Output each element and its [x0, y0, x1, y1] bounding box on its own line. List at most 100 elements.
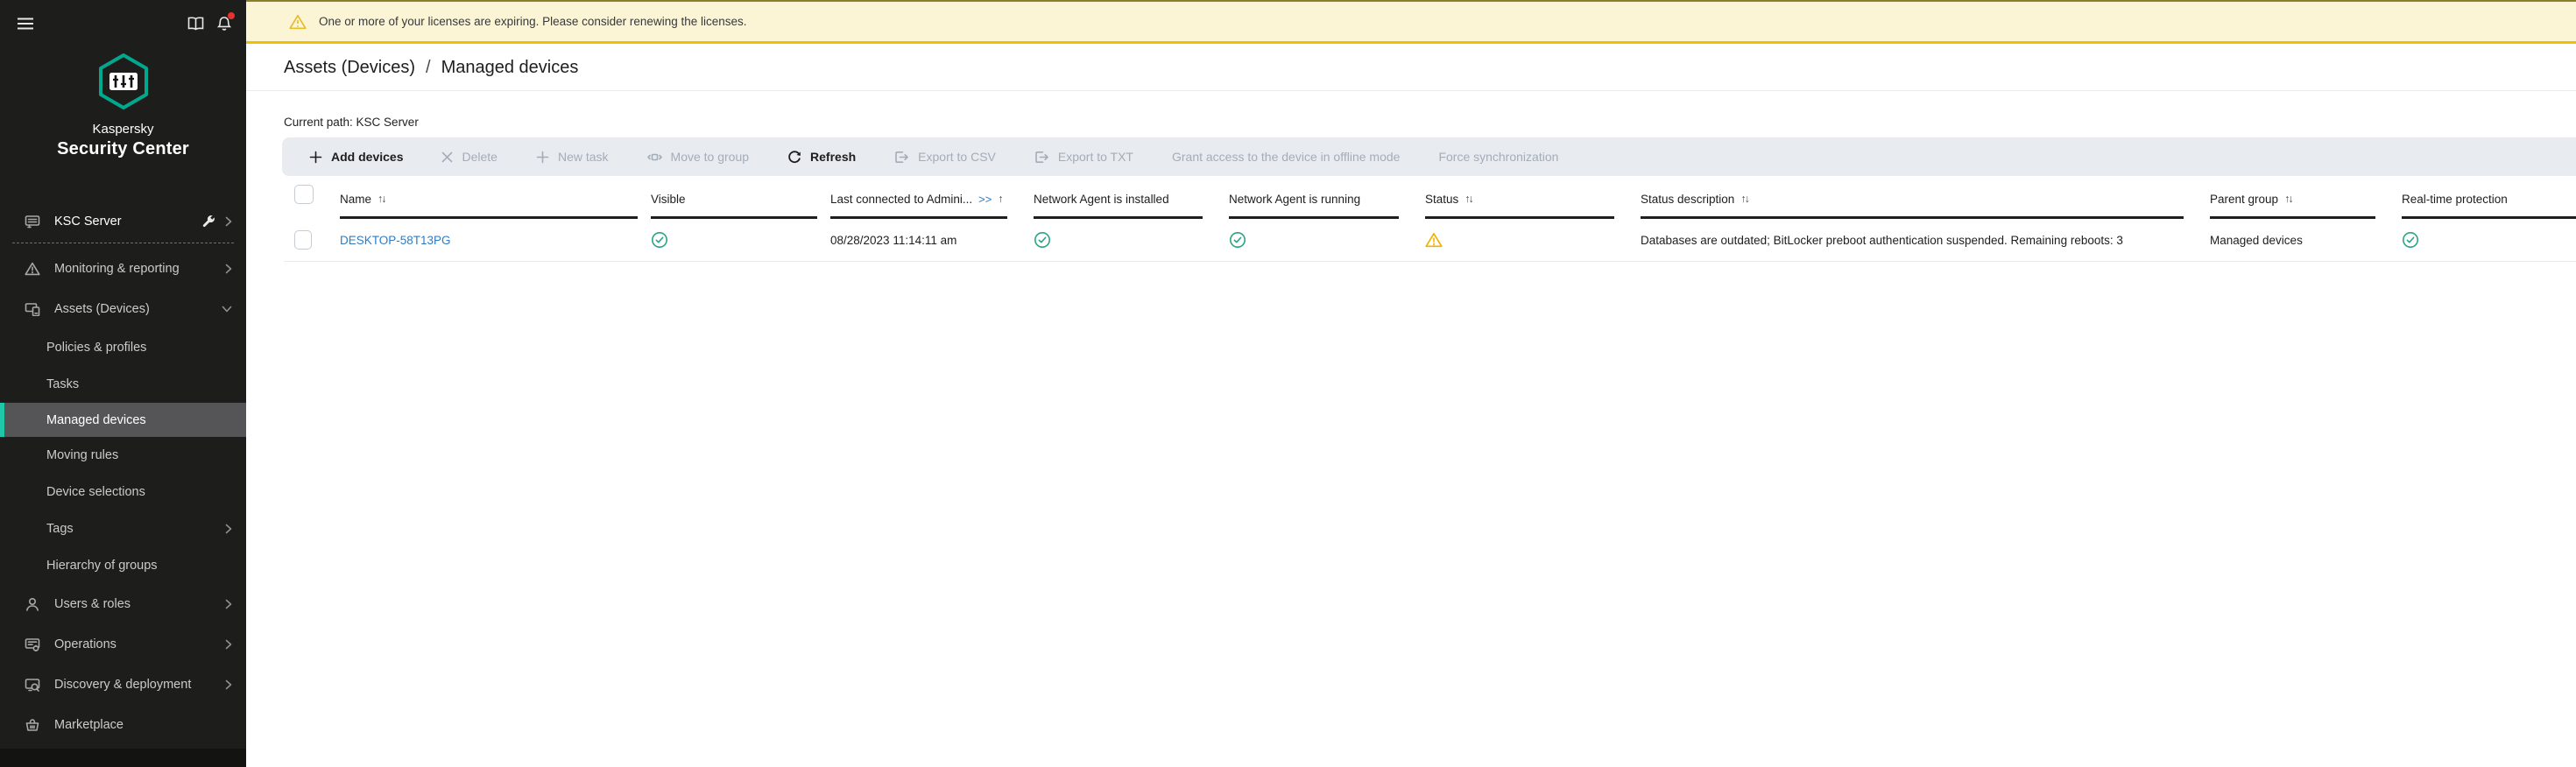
move-icon — [647, 151, 662, 164]
column-header-last-connected[interactable]: Last connected to Admini... >> ↑ — [830, 185, 1034, 219]
banner-text: One or more of your licenses are expirin… — [319, 15, 747, 28]
sidebar-item-hierarchy-of-groups[interactable]: Hierarchy of groups — [0, 547, 246, 584]
sidebar-item-monitoring-reporting[interactable]: Monitoring & reporting — [0, 249, 246, 289]
toolbar-button-label: Refresh — [810, 150, 856, 164]
user-icon — [24, 597, 41, 611]
devices-table: Name↑↓VisibleLast connected to Admini...… — [284, 185, 2576, 262]
sidebar-item-operations[interactable]: Operations — [0, 624, 246, 665]
column-header-agent-installed: Network Agent is installed — [1034, 185, 1229, 219]
refresh-button[interactable]: Refresh — [787, 150, 856, 164]
toolbar-button-label: Grant access to the device in offline mo… — [1172, 150, 1400, 164]
devices-icon — [24, 302, 41, 316]
expand-column-link[interactable]: >> — [978, 193, 992, 206]
force-sync-button[interactable]: Force synchronization — [1438, 150, 1558, 164]
column-header-label: Status description — [1641, 193, 1734, 206]
current-path-label: Current path: KSC Server — [284, 116, 2576, 129]
kaspersky-hexagon-icon — [97, 53, 150, 110]
sidebar-item-managed-devices[interactable]: Managed devices — [0, 403, 246, 437]
sidebar-item-label: Tasks — [46, 377, 79, 391]
basket-icon — [24, 718, 41, 732]
sidebar-item-assets-devices[interactable]: Assets (Devices) — [0, 289, 246, 329]
sidebar-item-tasks[interactable]: Tasks — [0, 366, 246, 403]
sort-icon[interactable]: ↑↓ — [1740, 193, 1748, 205]
column-header-parent-group[interactable]: Parent group ↑↓ — [2210, 185, 2402, 219]
device-name-link[interactable]: DESKTOP-58T13PG — [340, 234, 451, 247]
sort-icon[interactable]: ↑↓ — [2284, 193, 2292, 205]
column-header-realtime-protection: Real-time protection — [2402, 185, 2576, 219]
brand-line-2: Security Center — [0, 139, 246, 159]
sidebar-item-ksc-server[interactable]: KSC Server — [0, 206, 246, 237]
operations-icon — [24, 637, 41, 651]
row-checkbox[interactable] — [294, 230, 312, 250]
sidebar-item-label: Hierarchy of groups — [46, 559, 158, 573]
chevron-right-icon — [224, 523, 233, 535]
column-header-label: Parent group — [2210, 193, 2278, 206]
sidebar-item-moving-rules[interactable]: Moving rules — [0, 437, 246, 474]
kaspersky-logo: Kaspersky Security Center — [0, 53, 246, 159]
sidebar-item-marketplace[interactable]: Marketplace — [0, 705, 246, 745]
plus-icon — [309, 151, 322, 164]
bell-icon[interactable] — [214, 13, 235, 34]
export-csv-button[interactable]: Export to CSV — [894, 150, 996, 164]
column-header-label: Real-time protection — [2402, 193, 2508, 206]
parent-group-value: Managed devices — [2210, 234, 2303, 247]
column-header-status-description[interactable]: Status description ↑↓ — [1641, 185, 2210, 219]
new-task-button[interactable]: New task — [536, 150, 609, 164]
sidebar-item-discovery-deployment[interactable]: Discovery & deployment — [0, 665, 246, 705]
chevron-right-icon — [224, 598, 233, 610]
sort-icon[interactable]: ↑↓ — [378, 193, 385, 205]
column-header-label: Status — [1425, 193, 1458, 206]
sidebar-item-label: Assets (Devices) — [54, 302, 150, 316]
warning-triangle-icon — [24, 262, 41, 276]
agent-running-cell — [1229, 219, 1425, 262]
refresh-icon — [787, 150, 801, 164]
add-devices-button[interactable]: Add devices — [309, 150, 403, 164]
wrench-icon[interactable] — [201, 215, 215, 229]
row-checkbox-cell — [284, 219, 329, 262]
last-connected-cell: 08/28/2023 11:14:11 am — [830, 219, 1034, 262]
hamburger-menu-icon[interactable] — [15, 13, 36, 34]
sidebar-item-users-roles[interactable]: Users & roles — [0, 584, 246, 624]
main-content: One or more of your licenses are expirin… — [246, 0, 2576, 767]
sidebar-item-label: Monitoring & reporting — [54, 262, 180, 276]
move-to-group-button[interactable]: Move to group — [647, 150, 750, 164]
toolbar-button-label: Add devices — [331, 150, 403, 164]
sidebar-item-policies-profiles[interactable]: Policies & profiles — [0, 329, 246, 366]
sidebar-nav: KSC Server Monitoring & reporting Assets (… — [0, 206, 246, 745]
sidebar-item-label: KSC Server — [54, 215, 122, 229]
column-header-name[interactable]: Name↑↓ — [329, 185, 651, 219]
header-checkbox-cell — [284, 185, 329, 219]
breadcrumb-separator: / — [426, 58, 431, 78]
sidebar-item-label: Users & roles — [54, 597, 131, 611]
export-icon — [894, 151, 909, 164]
column-header-agent-running: Network Agent is running — [1229, 185, 1425, 219]
x-icon — [441, 151, 453, 163]
plus-icon — [536, 151, 549, 164]
sidebar-item-label: Marketplace — [54, 718, 124, 732]
sidebar-top-bar — [0, 0, 246, 34]
column-header-status[interactable]: Status ↑↓ — [1425, 185, 1641, 219]
sidebar-item-tags[interactable]: Tags — [0, 510, 246, 547]
delete-button[interactable]: Delete — [441, 150, 497, 164]
chevron-right-icon — [224, 215, 233, 228]
book-icon[interactable] — [185, 13, 206, 34]
sort-asc-icon[interactable]: ↑ — [998, 193, 1003, 205]
export-txt-button[interactable]: Export to TXT — [1034, 150, 1133, 164]
grant-offline-access-button[interactable]: Grant access to the device in offline mo… — [1172, 150, 1400, 164]
breadcrumb-parent[interactable]: Assets (Devices) — [284, 58, 415, 78]
warning-triangle-icon — [289, 14, 307, 30]
sort-icon[interactable]: ↑↓ — [1464, 193, 1472, 205]
sidebar-item-device-selections[interactable]: Device selections — [0, 474, 246, 510]
status-description-value: Databases are outdated; BitLocker preboo… — [1641, 234, 2123, 247]
sidebar-item-label: Operations — [54, 637, 116, 651]
status-description-cell: Databases are outdated; BitLocker preboo… — [1641, 219, 2210, 262]
export-icon — [1034, 151, 1049, 164]
select-all-checkbox[interactable] — [294, 185, 314, 204]
column-header-label: Last connected to Admini... — [830, 193, 972, 206]
status-cell — [1425, 219, 1641, 262]
toolbar-button-label: Export to CSV — [918, 150, 996, 164]
visible-cell — [651, 219, 830, 262]
column-header-visible: Visible — [651, 185, 830, 219]
chevron-right-icon — [224, 679, 233, 691]
check-circle-icon — [1034, 231, 1051, 249]
